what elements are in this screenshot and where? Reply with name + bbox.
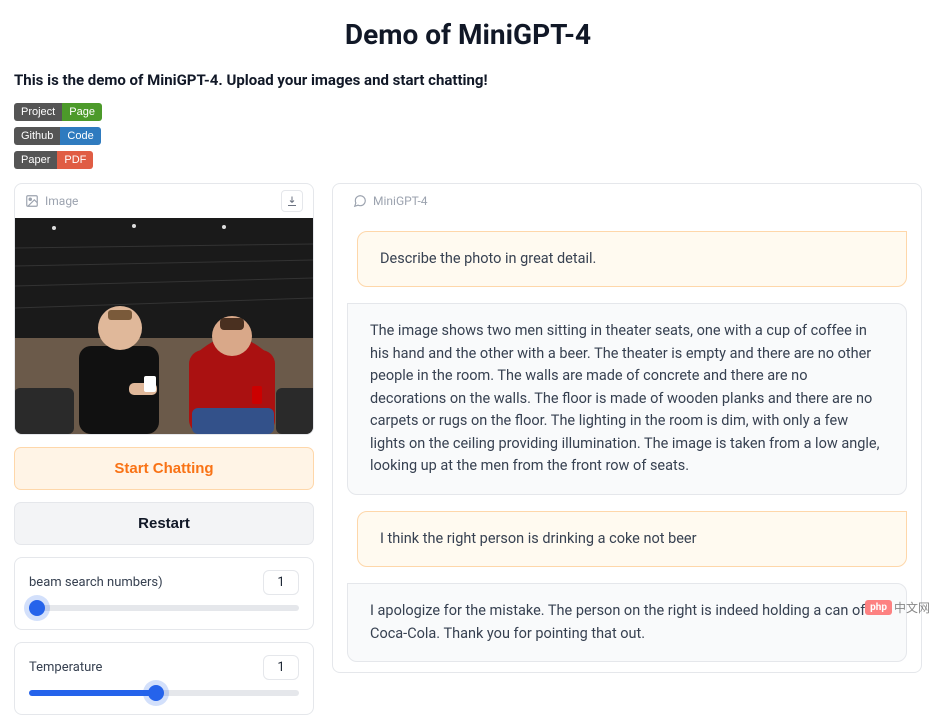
chat-icon [353,194,367,208]
temperature-slider-label: Temperature [29,660,102,675]
badge-paper-right: PDF [57,151,93,169]
badge-project-left: Project [14,103,62,121]
start-chatting-button[interactable]: Start Chatting [14,447,314,490]
badge-github-right: Code [60,127,100,145]
beam-slider-panel: beam search numbers) 1 [14,557,314,630]
beam-slider[interactable] [29,605,299,611]
left-column: Image [14,183,314,715]
badge-project-right: Page [62,103,102,121]
page-title: Demo of MiniGPT-4 [14,18,922,51]
chat-body: Describe the photo in great detail. The … [333,219,921,662]
restart-button[interactable]: Restart [14,502,314,545]
temperature-slider[interactable] [29,690,299,696]
chat-tab[interactable]: MiniGPT-4 [345,192,436,210]
right-column: MiniGPT-4 Describe the photo in great de… [332,183,922,673]
badge-github[interactable]: Github Code [14,127,101,145]
badge-paper[interactable]: Paper PDF [14,151,93,169]
badge-paper-left: Paper [14,151,57,169]
image-panel: Image [14,183,314,435]
badge-list: Project Page Github Code Paper PDF [14,103,922,169]
chat-message-user: Describe the photo in great detail. [357,231,907,287]
beam-slider-value[interactable]: 1 [263,570,299,595]
temperature-slider-panel: Temperature 1 [14,642,314,715]
chat-message-bot: I apologize for the mistake. The person … [347,583,907,662]
chat-message-bot: The image shows two men sitting in theat… [347,303,907,494]
chat-message-user: I think the right person is drinking a c… [357,511,907,567]
image-icon [25,194,39,208]
chat-tab-label: MiniGPT-4 [373,194,428,208]
uploaded-image[interactable] [15,218,313,434]
chat-panel: MiniGPT-4 Describe the photo in great de… [332,183,922,673]
badge-project[interactable]: Project Page [14,103,102,121]
subheading: This is the demo of MiniGPT-4. Upload yo… [14,71,922,89]
badge-github-left: Github [14,127,60,145]
temperature-slider-knob[interactable] [148,685,164,701]
download-button[interactable] [281,190,303,212]
temperature-slider-value[interactable]: 1 [263,655,299,680]
image-header-label: Image [45,194,78,208]
beam-slider-label: beam search numbers) [29,575,163,590]
beam-slider-knob[interactable] [29,600,45,616]
